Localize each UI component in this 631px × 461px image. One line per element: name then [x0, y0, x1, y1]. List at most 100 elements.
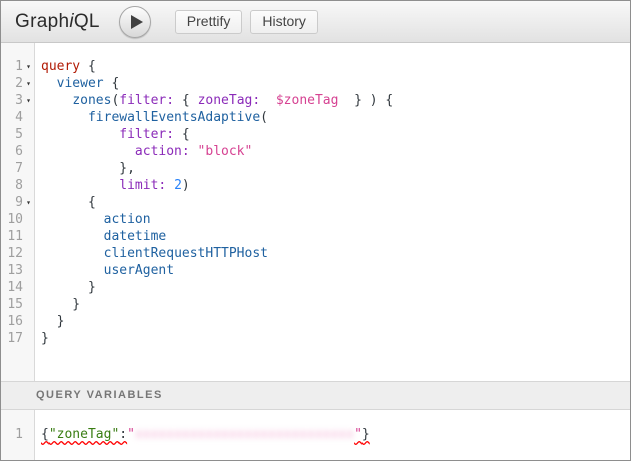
token-plain [260, 93, 276, 108]
token-string: "block" [198, 144, 253, 159]
fold-spacer [23, 279, 34, 296]
token-punct: { [174, 127, 190, 142]
variables-editor-code[interactable]: {"zoneTag":"xxxxxxxxxxxxxxxxxxxxxxxxxxxx… [35, 410, 630, 460]
token-punct: } [41, 297, 80, 312]
token-property: viewer [57, 76, 104, 91]
fold-spacer [23, 160, 34, 177]
query-editor-gutter: 1▾2▾3▾456789▾1011121314151617 [1, 43, 35, 381]
history-button[interactable]: History [250, 10, 318, 34]
fold-toggle-icon[interactable]: ▾ [23, 194, 34, 211]
code-line[interactable]: userAgent [41, 262, 630, 279]
play-icon [131, 15, 143, 29]
token-plain [41, 110, 88, 125]
line-number: 16 [1, 313, 23, 330]
line-number: 7 [1, 160, 23, 177]
token-attribute: filter: [119, 93, 174, 108]
token-json_key: "zoneTag" [49, 427, 119, 442]
variables-editor-gutter: 1 [1, 410, 35, 460]
fold-spacer [23, 313, 34, 330]
line-number: 1 [1, 426, 23, 443]
code-line[interactable]: } [41, 279, 630, 296]
token-plain [41, 76, 57, 91]
token-property: clientRequestHTTPHost [104, 246, 268, 261]
fold-toggle-icon[interactable]: ▾ [23, 92, 34, 109]
gutter-row: 3▾ [1, 92, 34, 109]
code-line[interactable]: query { [41, 58, 630, 75]
line-number: 15 [1, 296, 23, 313]
token-punct: } [41, 331, 49, 346]
fold-spacer [23, 143, 34, 160]
token-plain [41, 127, 119, 142]
fold-spacer [23, 296, 34, 313]
token-redacted: xxxxxxxxxxxxxxxxxxxxxxxxxxxx [135, 427, 354, 442]
code-line[interactable]: zones(filter: { zoneTag: $zoneTag } ) { [41, 92, 630, 109]
gutter-row: 2▾ [1, 75, 34, 92]
token-plain [190, 144, 198, 159]
token-punct: } ) { [338, 93, 393, 108]
fold-toggle-icon[interactable]: ▾ [23, 58, 34, 75]
code-line[interactable]: } [41, 296, 630, 313]
prettify-button[interactable]: Prettify [175, 10, 243, 34]
code-line[interactable]: firewallEventsAdaptive( [41, 109, 630, 126]
code-line[interactable]: }, [41, 160, 630, 177]
token-punct: { [41, 195, 96, 210]
code-line[interactable]: clientRequestHTTPHost [41, 245, 630, 262]
code-line[interactable]: datetime [41, 228, 630, 245]
query-editor-code[interactable]: query { viewer { zones(filter: { zoneTag… [35, 43, 630, 381]
line-number: 14 [1, 279, 23, 296]
token-string: " [127, 427, 135, 442]
gutter-row: 15 [1, 296, 34, 313]
gutter-row: 1 [1, 426, 34, 443]
toolbar: GraphiQL Prettify History [1, 1, 630, 43]
token-plain [166, 178, 174, 193]
token-punct: ( [260, 110, 268, 125]
gutter-row: 7 [1, 160, 34, 177]
token-plain [41, 144, 135, 159]
logo-text: QL [74, 11, 100, 32]
token-plain [41, 212, 104, 227]
line-number: 11 [1, 228, 23, 245]
gutter-row: 10 [1, 211, 34, 228]
gutter-row: 4 [1, 109, 34, 126]
execute-query-button[interactable] [119, 6, 151, 38]
logo-text: Graph [15, 11, 69, 32]
code-line[interactable]: } [41, 330, 630, 347]
token-punct: { [41, 427, 49, 442]
line-number: 8 [1, 177, 23, 194]
gutter-row: 11 [1, 228, 34, 245]
line-number: 4 [1, 109, 23, 126]
token-variable: $zoneTag [276, 93, 339, 108]
token-punct: ) [182, 178, 190, 193]
code-line[interactable]: limit: 2) [41, 177, 630, 194]
query-editor[interactable]: 1▾2▾3▾456789▾1011121314151617 query { vi… [1, 43, 630, 381]
token-property: datetime [104, 229, 167, 244]
token-number: 2 [174, 178, 182, 193]
gutter-row: 8 [1, 177, 34, 194]
gutter-row: 9▾ [1, 194, 34, 211]
code-line[interactable]: action [41, 211, 630, 228]
token-punct: { [80, 59, 96, 74]
line-number: 17 [1, 330, 23, 347]
fold-spacer [23, 228, 34, 245]
query-variables-title-bar[interactable]: QUERY VARIABLES [1, 381, 630, 410]
fold-spacer [23, 126, 34, 143]
fold-toggle-icon[interactable]: ▾ [23, 75, 34, 92]
token-keyword: query [41, 59, 80, 74]
fold-spacer [23, 245, 34, 262]
fold-spacer [23, 109, 34, 126]
line-number: 5 [1, 126, 23, 143]
code-line[interactable]: { [41, 194, 630, 211]
code-line[interactable]: action: "block" [41, 143, 630, 160]
gutter-row: 1▾ [1, 58, 34, 75]
code-line[interactable]: {"zoneTag":"xxxxxxxxxxxxxxxxxxxxxxxxxxxx… [41, 426, 630, 443]
token-property: action [104, 212, 151, 227]
token-punct: } [362, 427, 370, 442]
fold-spacer [23, 426, 34, 443]
variables-editor[interactable]: 1 {"zoneTag":"xxxxxxxxxxxxxxxxxxxxxxxxxx… [1, 410, 630, 460]
code-line[interactable]: } [41, 313, 630, 330]
gutter-row: 14 [1, 279, 34, 296]
fold-spacer [23, 262, 34, 279]
token-punct: } [41, 280, 96, 295]
code-line[interactable]: viewer { [41, 75, 630, 92]
code-line[interactable]: filter: { [41, 126, 630, 143]
